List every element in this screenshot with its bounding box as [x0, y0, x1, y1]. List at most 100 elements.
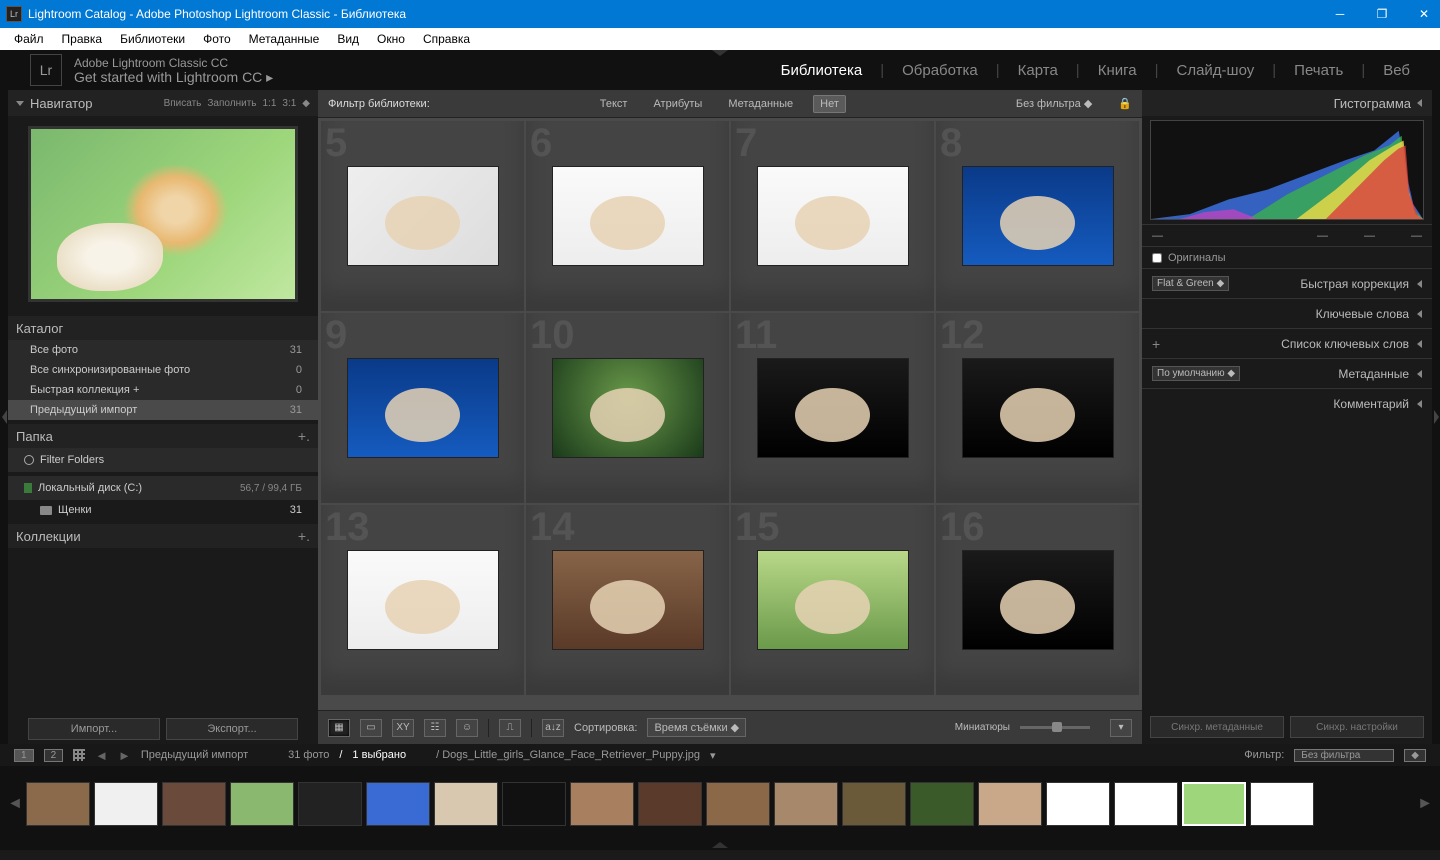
menu-file[interactable]: Файл: [6, 30, 52, 48]
filter-preset-select[interactable]: Без фильтра ◆: [1010, 95, 1098, 112]
import-button[interactable]: Импорт...: [28, 718, 160, 740]
filmstrip-thumb[interactable]: [1250, 782, 1314, 826]
grid-cell[interactable]: 11: [731, 313, 934, 503]
module-print[interactable]: Печать: [1294, 62, 1343, 79]
filmstrip-thumb[interactable]: [26, 782, 90, 826]
filter-lock-icon[interactable]: 🔒: [1118, 97, 1132, 110]
filmstrip-thumb[interactable]: [298, 782, 362, 826]
histogram-header[interactable]: Гистограмма: [1142, 90, 1432, 116]
filmstrip-thumb[interactable]: [162, 782, 226, 826]
catalog-item[interactable]: Быстрая коллекция +0: [8, 380, 318, 400]
grid-cell[interactable]: 14: [526, 505, 729, 695]
menu-help[interactable]: Справка: [415, 30, 478, 48]
sort-direction-icon[interactable]: a↓z: [542, 719, 564, 737]
grid-cell[interactable]: 7: [731, 121, 934, 311]
preset-select[interactable]: Flat & Green ◆: [1152, 276, 1229, 291]
menu-view[interactable]: Вид: [329, 30, 367, 48]
thumbnail-size-slider[interactable]: [1020, 726, 1090, 729]
module-library[interactable]: Библиотека: [781, 62, 863, 79]
module-develop[interactable]: Обработка: [902, 62, 978, 79]
menu-edit[interactable]: Правка: [54, 30, 111, 48]
export-button[interactable]: Экспорт...: [166, 718, 298, 740]
photo-path[interactable]: / Dogs_Little_girls_Glance_Face_Retrieve…: [436, 749, 700, 761]
filmstrip[interactable]: ◄ ►: [0, 766, 1440, 842]
survey-view-icon[interactable]: ☷: [424, 719, 446, 737]
right-panel-toggle[interactable]: [1432, 90, 1440, 744]
histogram-display[interactable]: [1150, 120, 1424, 220]
comments-section[interactable]: Комментарий: [1142, 388, 1432, 418]
collections-header[interactable]: Коллекции+.: [8, 524, 318, 548]
filmstrip-thumb[interactable]: [230, 782, 294, 826]
people-view-icon[interactable]: ☺: [456, 719, 478, 737]
zoom-fit[interactable]: Вписать: [164, 98, 202, 109]
volume-row[interactable]: Локальный диск (C:)56,7 / 99,4 ГБ: [8, 476, 318, 500]
close-button[interactable]: ✕: [1414, 7, 1434, 21]
grid-cell[interactable]: 12: [936, 313, 1139, 503]
sync-settings-button[interactable]: Синхр. настройки: [1290, 716, 1424, 738]
keywords-section[interactable]: Ключевые слова: [1142, 298, 1432, 328]
grid-cell[interactable]: 13: [321, 505, 524, 695]
compare-view-icon[interactable]: XY: [392, 719, 414, 737]
filter-tab-text[interactable]: Текст: [594, 96, 634, 112]
metadata-section[interactable]: По умолчанию ◆Метаданные: [1142, 358, 1432, 388]
catalog-header[interactable]: Каталог: [8, 316, 318, 340]
monitor-1-badge[interactable]: 1: [14, 749, 34, 762]
grid-view-icon[interactable]: ▦: [328, 719, 350, 737]
navigator-preview[interactable]: [28, 126, 298, 302]
loupe-view-icon[interactable]: ▭: [360, 719, 382, 737]
catalog-item[interactable]: Предыдущий импорт31: [8, 400, 318, 420]
add-collection-icon[interactable]: +.: [298, 528, 310, 544]
filmstrip-thumb[interactable]: [774, 782, 838, 826]
filmstrip-thumb[interactable]: [1114, 782, 1178, 826]
filmstrip-next-icon[interactable]: ►: [1418, 779, 1432, 829]
zoom-3-1[interactable]: 3:1: [282, 98, 296, 109]
filmstrip-filter-select[interactable]: Без фильтра: [1294, 749, 1394, 762]
filmstrip-thumb[interactable]: [434, 782, 498, 826]
grid-cell[interactable]: 6: [526, 121, 729, 311]
catalog-item[interactable]: Все синхронизированные фото0: [8, 360, 318, 380]
menu-window[interactable]: Окно: [369, 30, 413, 48]
filmstrip-thumb[interactable]: [910, 782, 974, 826]
folder-item[interactable]: Щенки31: [8, 500, 318, 520]
filmstrip-filter-menu[interactable]: ◆: [1404, 749, 1426, 762]
grid-cell[interactable]: 16: [936, 505, 1139, 695]
module-slideshow[interactable]: Слайд-шоу: [1177, 62, 1255, 79]
zoom-1-1[interactable]: 1:1: [262, 98, 276, 109]
grid-cell[interactable]: 8: [936, 121, 1139, 311]
maximize-button[interactable]: ❐: [1372, 7, 1392, 21]
module-book[interactable]: Книга: [1098, 62, 1137, 79]
keyword-list-section[interactable]: +Список ключевых слов: [1142, 328, 1432, 358]
bottom-panel-toggle[interactable]: [0, 842, 1440, 850]
grid-cell[interactable]: 5: [321, 121, 524, 311]
filter-tab-metadata[interactable]: Метаданные: [722, 96, 799, 112]
painter-icon[interactable]: ⎍: [499, 719, 521, 737]
module-map[interactable]: Карта: [1018, 62, 1058, 79]
menu-metadata[interactable]: Метаданные: [241, 30, 328, 48]
navigator-header[interactable]: Навигатор Вписать Заполнить 1:1 3:1 ◆: [8, 90, 318, 116]
sort-select[interactable]: Время съёмки ◆: [647, 718, 746, 737]
grid-cell[interactable]: 9: [321, 313, 524, 503]
filmstrip-thumb[interactable]: [366, 782, 430, 826]
grid-cell[interactable]: 10: [526, 313, 729, 503]
nav-back-icon[interactable]: ◄: [95, 748, 108, 763]
folders-header[interactable]: Папка+.: [8, 424, 318, 448]
filmstrip-thumb[interactable]: [638, 782, 702, 826]
filter-tab-none[interactable]: Нет: [813, 95, 846, 113]
top-panel-toggle[interactable]: [712, 50, 728, 56]
minimize-button[interactable]: ─: [1330, 7, 1350, 21]
monitor-2-badge[interactable]: 2: [44, 749, 64, 762]
filter-tab-attributes[interactable]: Атрибуты: [647, 96, 708, 112]
sync-metadata-button[interactable]: Синхр. метаданные: [1150, 716, 1284, 738]
zoom-menu-icon[interactable]: ◆: [302, 98, 310, 109]
filmstrip-prev-icon[interactable]: ◄: [8, 779, 22, 829]
menu-photo[interactable]: Фото: [195, 30, 239, 48]
menu-library[interactable]: Библиотеки: [112, 30, 193, 48]
nav-forward-icon[interactable]: ►: [118, 748, 131, 763]
filmstrip-thumb[interactable]: [94, 782, 158, 826]
catalog-item[interactable]: Все фото31: [8, 340, 318, 360]
grid-shortcut-icon[interactable]: [73, 749, 85, 761]
zoom-fill[interactable]: Заполнить: [207, 98, 256, 109]
quick-develop-section[interactable]: Flat & Green ◆Быстрая коррекция: [1142, 268, 1432, 298]
filmstrip-thumb[interactable]: [706, 782, 770, 826]
toolbar-menu-icon[interactable]: ▾: [1110, 719, 1132, 737]
